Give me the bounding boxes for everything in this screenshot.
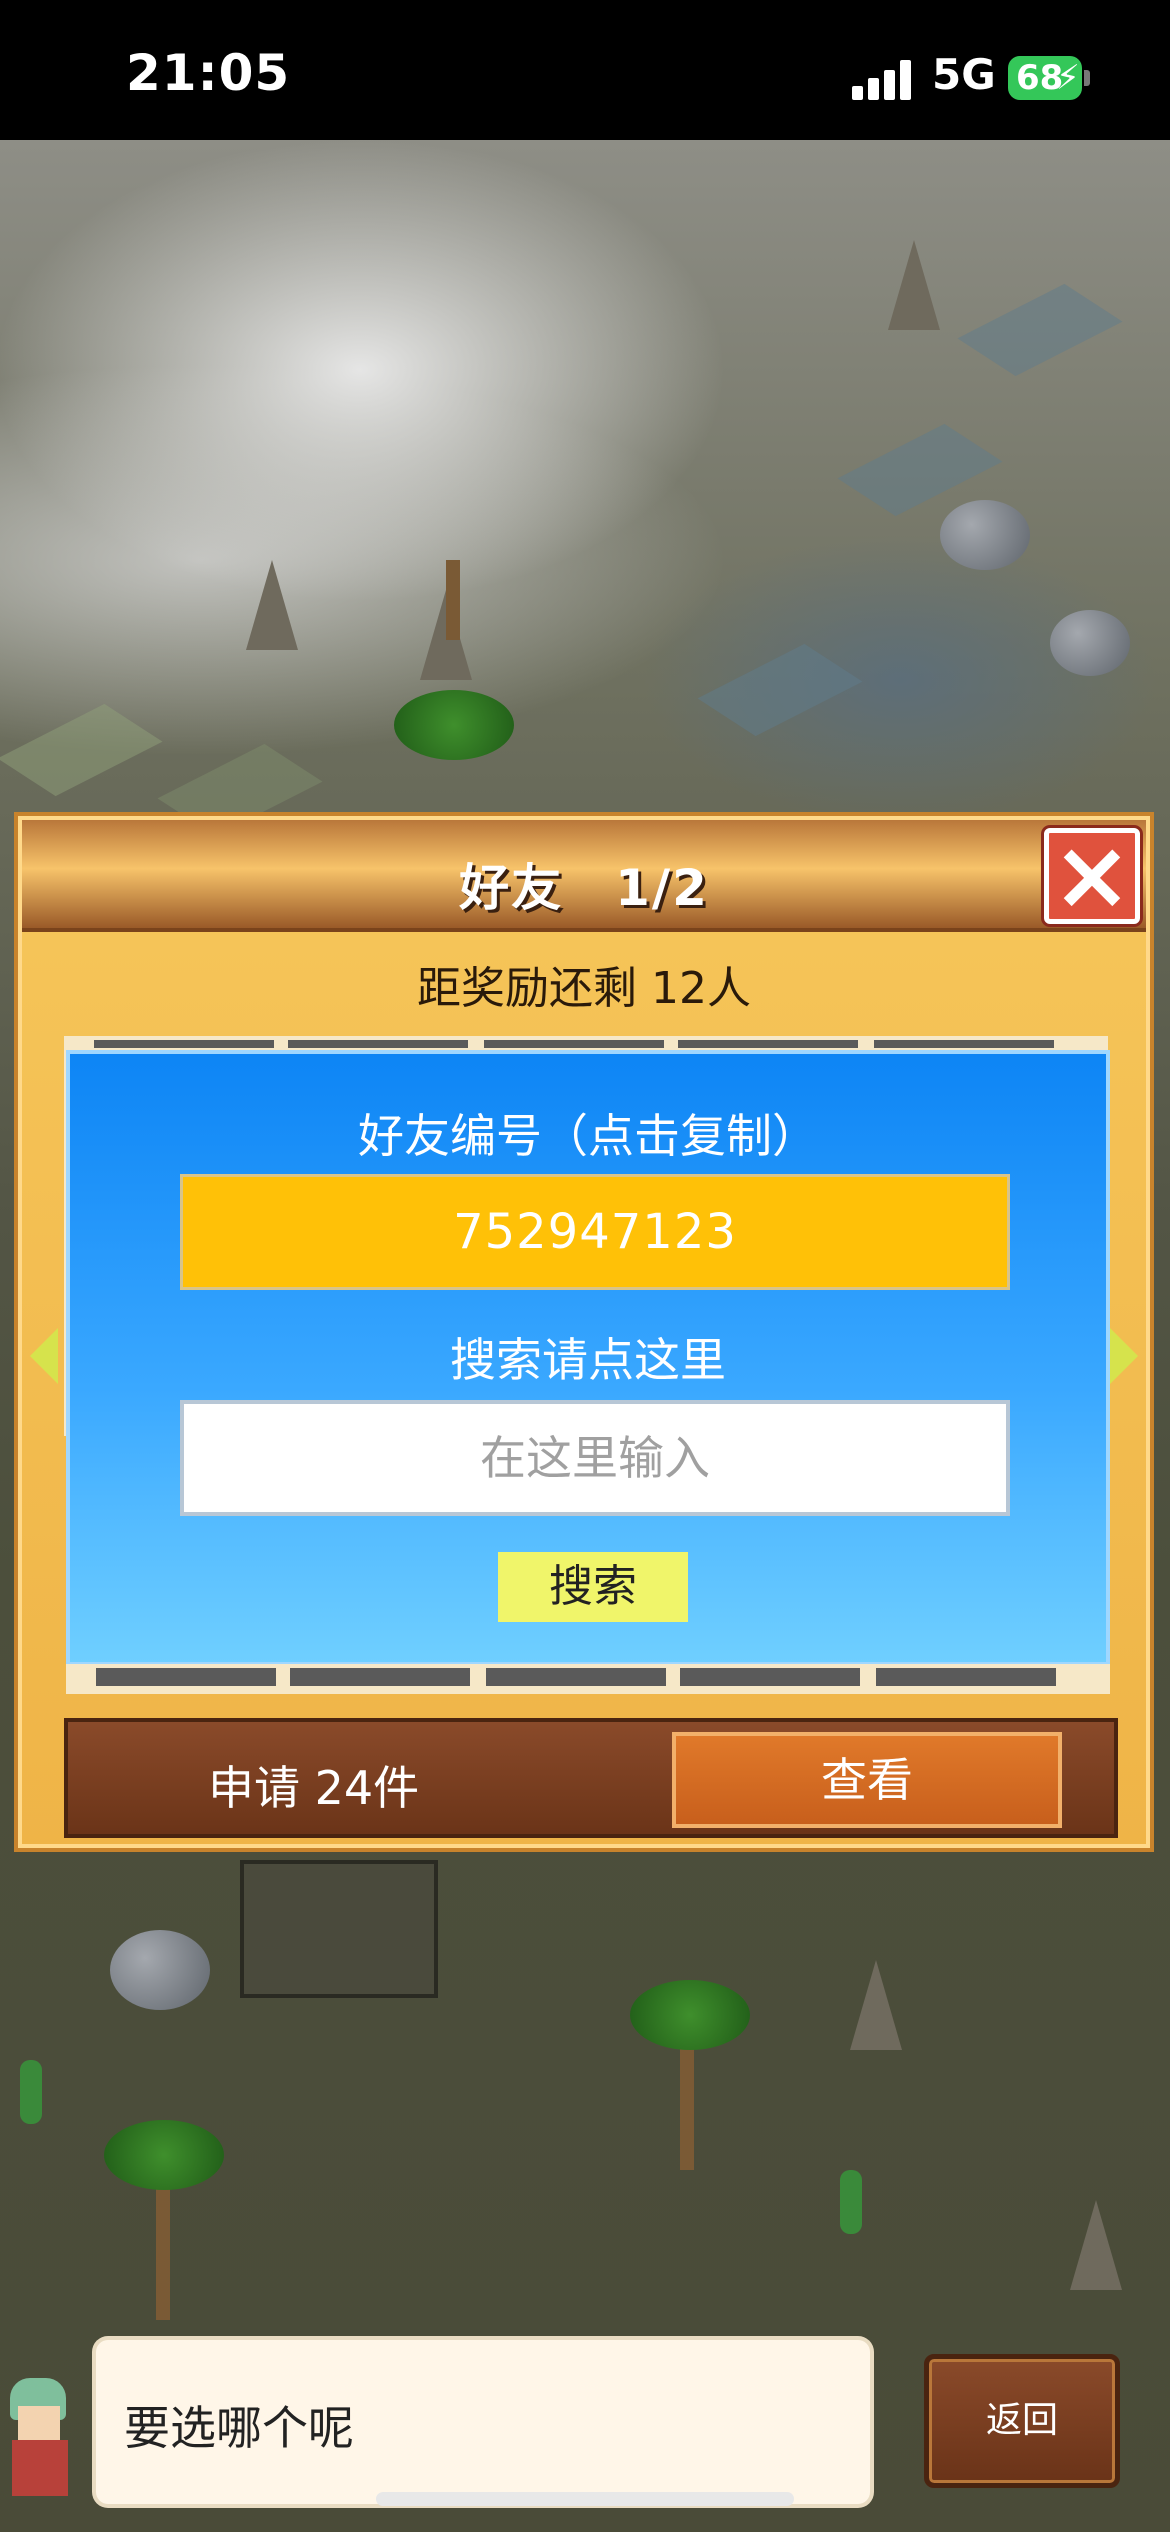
panel-divider bbox=[94, 1040, 274, 1048]
back-button[interactable]: 返回 bbox=[924, 2354, 1120, 2488]
panel-divider bbox=[484, 1040, 664, 1048]
friend-search-panel: 好友编号（点击复制） 752947123 搜索请点这里 在这里输入 搜索 bbox=[66, 1050, 1110, 1666]
dialog-title: 好友 1/2 bbox=[459, 859, 709, 917]
friend-requests-bar: 申请 24件 查看 bbox=[64, 1718, 1118, 1838]
view-requests-button[interactable]: 查看 bbox=[672, 1732, 1062, 1828]
character-avatar bbox=[0, 2366, 86, 2506]
friend-id-copy-button[interactable]: 752947123 bbox=[180, 1174, 1010, 1290]
status-bar: 21:05 5G 68 ⚡ bbox=[0, 0, 1170, 140]
panel-divider bbox=[290, 1668, 470, 1686]
character-body bbox=[12, 2440, 68, 2496]
map-tile bbox=[957, 283, 1123, 377]
character-face bbox=[18, 2406, 60, 2440]
speech-bubble: 要选哪个呢 bbox=[96, 2340, 870, 2504]
map-tile bbox=[697, 643, 863, 737]
charging-icon: ⚡ bbox=[1056, 58, 1080, 98]
battery-tip bbox=[1084, 70, 1090, 86]
rock-spire bbox=[888, 240, 940, 330]
friends-dialog: 好友 1/2 × 距奖励还剩 12人 好友编号（点击复制） 752947123 … bbox=[14, 812, 1154, 1852]
friend-id-label: 好友编号（点击复制） bbox=[358, 1109, 818, 1163]
boulder bbox=[1050, 610, 1130, 676]
boulder bbox=[110, 1930, 210, 2010]
cactus bbox=[20, 2060, 42, 2124]
panel-divider bbox=[486, 1668, 666, 1686]
palm-trunk bbox=[446, 560, 460, 640]
cactus bbox=[840, 2170, 862, 2234]
building bbox=[240, 1860, 438, 1998]
rock-spire bbox=[850, 1960, 902, 2050]
palm-tree bbox=[104, 2120, 224, 2190]
dialog-header: 好友 1/2 × bbox=[22, 820, 1146, 932]
panel-divider bbox=[288, 1040, 468, 1048]
rock-spire bbox=[246, 560, 298, 650]
close-icon: × bbox=[1051, 819, 1133, 931]
search-input[interactable]: 在这里输入 bbox=[180, 1400, 1010, 1516]
network-type: 5G bbox=[932, 50, 996, 99]
panel-divider bbox=[874, 1040, 1054, 1048]
panel-bottom-frame bbox=[66, 1664, 1110, 1694]
search-label: 搜索请点这里 bbox=[450, 1333, 726, 1387]
panel-divider bbox=[680, 1668, 860, 1686]
next-page-arrow-icon[interactable] bbox=[1110, 1328, 1138, 1384]
requests-count: 申请 24件 bbox=[208, 1761, 420, 1815]
panel-divider bbox=[96, 1668, 276, 1686]
home-indicator[interactable] bbox=[376, 2492, 794, 2506]
panel-divider bbox=[876, 1668, 1056, 1686]
close-button[interactable]: × bbox=[1044, 819, 1140, 931]
speech-text: 要选哪个呢 bbox=[124, 2401, 354, 2455]
rock-spire bbox=[1070, 2200, 1122, 2290]
signal-icon bbox=[852, 58, 912, 100]
panel-divider bbox=[678, 1040, 858, 1048]
reward-progress-text: 距奖励还剩 12人 bbox=[417, 963, 751, 1014]
boulder bbox=[940, 500, 1030, 570]
search-button[interactable]: 搜索 bbox=[498, 1552, 688, 1622]
map-tile bbox=[0, 703, 163, 797]
palm-tree bbox=[630, 1980, 750, 2050]
prev-page-arrow-icon[interactable] bbox=[30, 1328, 58, 1384]
palm-tree bbox=[394, 690, 514, 760]
status-time: 21:05 bbox=[126, 44, 291, 102]
